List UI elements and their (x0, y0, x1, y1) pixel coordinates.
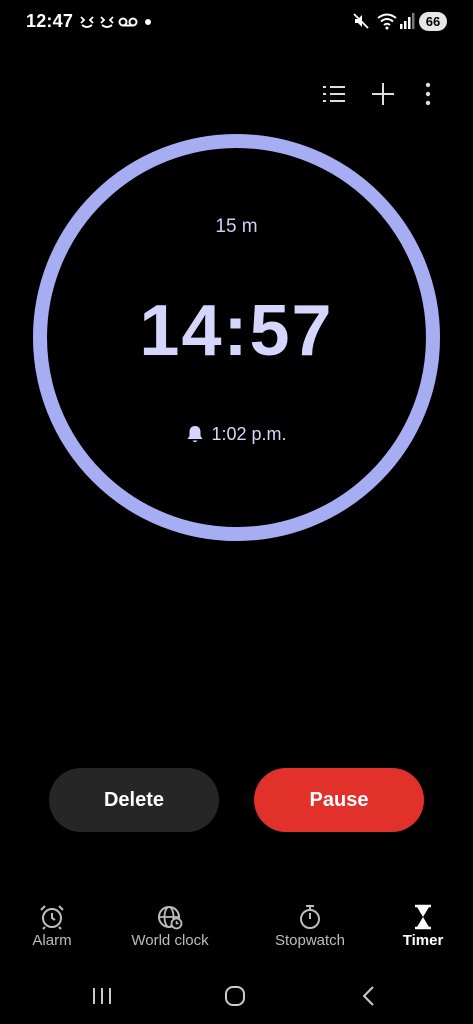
nav-label-world-clock: World clock (131, 932, 209, 949)
mute-icon (353, 13, 369, 29)
status-bar: 12:47 66 (0, 0, 473, 44)
list-button[interactable] (318, 78, 350, 110)
timer-end-label: 1:02 p.m. (211, 424, 287, 444)
home-button[interactable] (215, 980, 255, 1012)
timer-end-time: 1:02 p.m. (0, 424, 473, 445)
nav-label-stopwatch: Stopwatch (274, 932, 346, 949)
nav-item-alarm[interactable]: Alarm (0, 900, 107, 960)
more-options-button[interactable] (412, 78, 444, 110)
recent-apps-icon (93, 988, 111, 1004)
voicemail-icon (118, 17, 138, 27)
nav-item-world-clock[interactable]: World clock (115, 900, 225, 960)
wifi-icon (377, 13, 397, 30)
nav-label-timer: Timer (402, 932, 444, 949)
timer-total-duration: 15 m (215, 216, 258, 237)
signal-icon (400, 13, 415, 29)
nav-item-stopwatch[interactable]: Stopwatch (255, 900, 365, 960)
status-time: 12:47 (26, 11, 74, 31)
face-icon (100, 16, 114, 28)
recent-apps-button[interactable] (82, 980, 122, 1012)
battery-badge: 66 (419, 12, 447, 31)
timer-remaining: 14:57 (139, 291, 334, 371)
back-icon (362, 986, 374, 1006)
pause-button[interactable]: Pause (254, 768, 424, 832)
add-timer-button[interactable] (367, 78, 399, 110)
hourglass-icon (415, 904, 431, 930)
more-vert-icon (425, 82, 431, 106)
bottom-navigation: Alarm World clock Stopwatch Timer (0, 900, 473, 960)
alarm-icon (40, 905, 64, 930)
delete-button[interactable]: Delete (49, 768, 219, 832)
stopwatch-icon (300, 905, 320, 929)
face-icon (80, 16, 94, 28)
bell-icon (187, 426, 203, 443)
back-button[interactable] (348, 980, 388, 1012)
plus-icon (372, 83, 394, 105)
notification-dot (145, 19, 151, 25)
globe-icon (158, 906, 183, 930)
list-icon (323, 86, 345, 102)
nav-item-timer[interactable]: Timer (368, 900, 473, 960)
nav-label-alarm: Alarm (32, 932, 72, 949)
home-icon (225, 986, 245, 1006)
